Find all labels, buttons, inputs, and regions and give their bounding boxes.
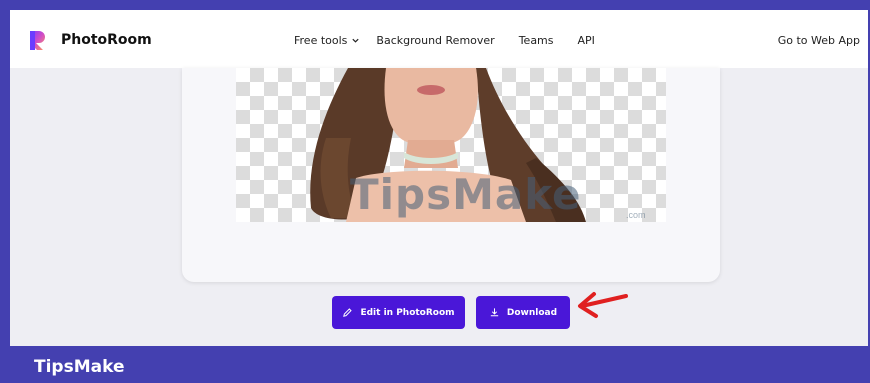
edit-button-label: Edit in PhotoRoom [360,307,455,318]
pencil-icon [343,308,353,317]
nav-free-tools-label: Free tools [294,34,348,47]
nav-teams[interactable]: Teams [519,34,554,47]
watermark-suffix: .com [626,210,646,220]
photoroom-logo-icon [30,31,45,50]
watermark-text: TipsMake [350,170,582,219]
go-to-web-app-link[interactable]: Go to Web App [778,34,860,47]
edit-in-photoroom-button[interactable]: Edit in PhotoRoom [332,296,465,329]
cutout-preview: TipsMake .com [236,68,666,222]
footer-brand: TipsMake [34,357,125,377]
brand-name: PhotoRoom [61,32,152,48]
red-arrow-annotation-icon [578,292,628,318]
nav-background-remover[interactable]: Background Remover [376,34,494,47]
top-navigation: PhotoRoom Free tools Background Remover … [10,10,868,68]
nav-free-tools[interactable]: Free tools [294,34,360,47]
chevron-down-icon [352,38,360,43]
browser-viewport: PhotoRoom Free tools Background Remover … [10,10,868,346]
brand-logo[interactable]: PhotoRoom [26,28,152,52]
nav-links: Free tools Background Remover Teams API [294,34,595,47]
download-button-label: Download [506,307,558,318]
download-icon [490,308,499,317]
nav-api[interactable]: API [578,34,595,47]
download-button[interactable]: Download [476,296,570,329]
result-card: TipsMake .com [182,68,720,282]
